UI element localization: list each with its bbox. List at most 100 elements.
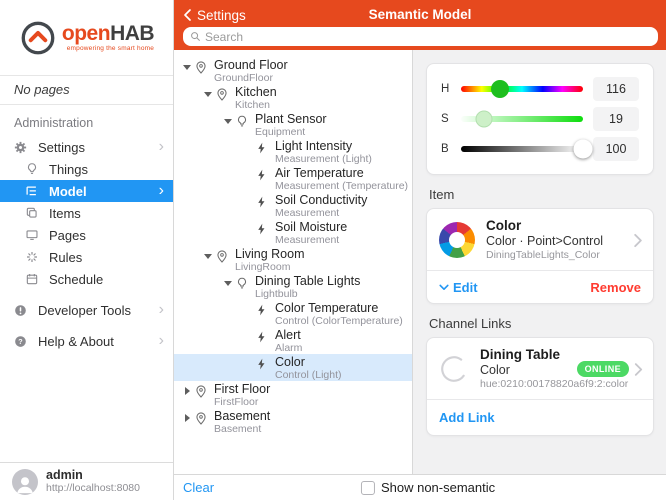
sidebar-item-rules[interactable]: Rules [0,246,173,268]
saturation-value[interactable]: 19 [593,107,639,131]
channel-subtitle: Color [480,363,566,378]
expander-down-icon[interactable] [201,86,215,102]
brand-wordmark: openHAB [62,24,154,44]
location-pin-icon [194,410,214,426]
brightness-slider[interactable] [461,146,583,152]
openhab-app: openHAB empowering the smart home No pag… [0,0,666,500]
sidebar-item-pages[interactable]: Pages [0,224,173,246]
expander-right-icon[interactable] [180,410,194,426]
hue-slider[interactable] [461,86,583,92]
no-pages-label: No pages [0,76,173,105]
avatar [12,469,38,495]
hue-slider-knob[interactable] [491,80,509,98]
tree-node-ground-floor[interactable]: Ground FloorGroundFloor [174,57,412,84]
sidebar-item-label: Model [49,184,87,199]
edit-button[interactable]: Edit [439,280,478,295]
openhab-logo: openHAB empowering the smart home [0,0,173,76]
sidebar-item-label: Items [49,206,81,221]
expander-down-icon[interactable] [201,248,215,264]
tree-node-living-room[interactable]: Living RoomLivingRoom [174,246,412,273]
lightbulb-icon [23,161,40,178]
bolt-icon [255,329,275,345]
channel-link-row[interactable]: Dining Table Color hue:0210:00178820a6f9… [427,338,653,399]
tree-node-color-temperature[interactable]: Color TemperatureControl (ColorTemperatu… [174,300,412,327]
item-row[interactable]: Color Color · Point>Control DiningTableL… [427,209,653,270]
tree-node-alert[interactable]: AlertAlarm [174,327,412,354]
bolt-icon [255,167,275,183]
expander-down-icon[interactable] [180,59,194,75]
tree-node-soil-conductivity[interactable]: Soil ConductivityMeasurement [174,192,412,219]
clear-button[interactable]: Clear [183,480,214,495]
show-non-semantic-label: Show non-semantic [381,480,495,495]
sidebar-item-label: Help & About [38,334,114,349]
color-picker-card: H 116 S 19 B 100 [426,63,654,175]
gear-icon [12,139,29,156]
expander-right-icon[interactable] [180,383,194,399]
detail-panel: H 116 S 19 B 100 Item [413,50,666,474]
channel-title: Dining Table [480,347,566,363]
add-link-button[interactable]: Add Link [427,400,653,435]
sparkle-icon [23,249,40,266]
remove-button[interactable]: Remove [590,280,641,295]
tree-node-soil-moisture[interactable]: Soil MoistureMeasurement [174,219,412,246]
hue-value[interactable]: 116 [593,77,639,101]
copy-icon [23,205,40,222]
tree-node-color-selected[interactable]: ColorControl (Light) [174,354,412,381]
sidebar-item-schedule[interactable]: Schedule [0,268,173,290]
content: Ground FloorGroundFloor KitchenKitchen P… [174,50,666,474]
developer-tools-icon [12,302,29,319]
sidebar-item-items[interactable]: Items [0,202,173,224]
user-name: admin [46,469,140,482]
chevron-right-icon [633,233,643,248]
sidebar-item-label: Pages [49,228,86,243]
bolt-icon [255,221,275,237]
show-non-semantic-toggle[interactable]: Show non-semantic [361,480,495,495]
channel-links-section-label: Channel Links [429,316,654,331]
model-tree-icon [23,183,40,200]
item-section-label: Item [429,187,654,202]
sidebar-item-things[interactable]: Things [0,158,173,180]
sidebar: openHAB empowering the smart home No pag… [0,0,174,500]
monitor-icon [23,227,40,244]
sidebar-item-settings[interactable]: Settings › [0,136,173,158]
administration-section-label: Administration [0,105,173,136]
main-area: Settings Semantic Model Ground FloorGrou… [174,0,666,500]
item-card: Color Color · Point>Control DiningTableL… [426,208,654,304]
user-account[interactable]: admin http://localhost:8080 [0,462,173,500]
bolt-icon [255,356,275,372]
chevron-right-icon: › [159,138,173,156]
sidebar-item-model[interactable]: Model › [0,180,173,202]
tree-node-air-temperature[interactable]: Air TemperatureMeasurement (Temperature) [174,165,412,192]
search-input[interactable] [205,30,658,44]
equipment-lightbulb-icon [235,113,255,129]
hue-slider-row: H 116 [441,74,639,104]
item-type: Color · Point>Control [486,234,622,249]
sidebar-item-developer-tools[interactable]: Developer Tools › [0,299,173,321]
sidebar-item-label: Things [49,162,88,177]
chevron-right-icon: › [159,301,173,319]
equipment-lightbulb-icon [235,275,255,291]
brightness-slider-row: B 100 [441,134,639,164]
tree-node-plant-sensor[interactable]: Plant SensorEquipment [174,111,412,138]
bolt-icon [255,302,275,318]
calendar-icon [23,271,40,288]
tree-node-kitchen[interactable]: KitchenKitchen [174,84,412,111]
tree-node-light-intensity[interactable]: Light IntensityMeasurement (Light) [174,138,412,165]
sidebar-item-help-about[interactable]: ? Help & About › [0,330,173,352]
sidebar-item-label: Settings [38,140,85,155]
checkbox-unchecked-icon[interactable] [361,481,375,495]
expander-down-icon[interactable] [221,113,235,129]
tree-node-first-floor[interactable]: First FloorFirstFloor [174,381,412,408]
tree-node-basement[interactable]: BasementBasement [174,408,412,435]
brightness-slider-knob[interactable] [574,140,593,159]
saturation-slider-knob[interactable] [476,111,493,128]
brightness-value[interactable]: 100 [593,137,639,161]
semantic-tree: Ground FloorGroundFloor KitchenKitchen P… [174,50,413,474]
saturation-slider[interactable] [461,116,583,122]
page-title: Semantic Model [174,7,666,22]
tree-node-dining-table-lights[interactable]: Dining Table LightsLightbulb [174,273,412,300]
chevron-right-icon: › [159,332,173,350]
sidebar-item-label: Developer Tools [38,303,131,318]
channel-arc-icon [439,354,469,384]
expander-down-icon[interactable] [221,275,235,291]
